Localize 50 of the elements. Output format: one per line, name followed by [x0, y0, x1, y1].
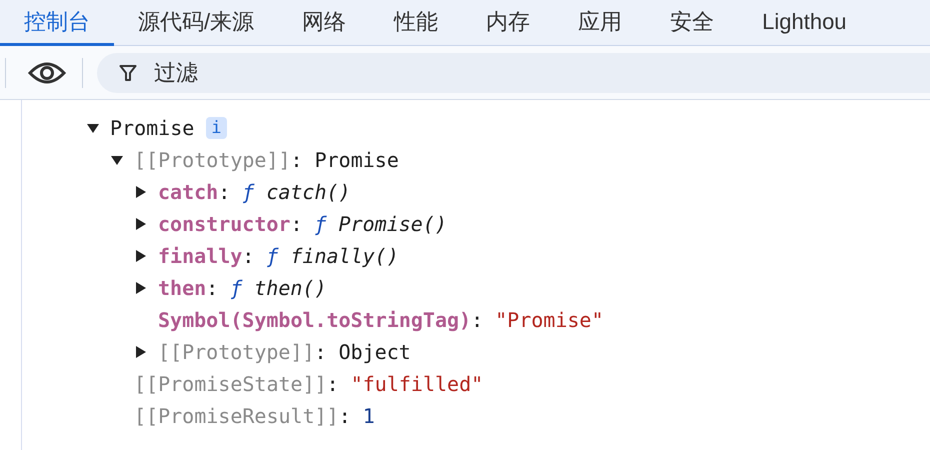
collapse-arrow-icon[interactable]	[110, 153, 124, 167]
colon: :	[218, 179, 230, 206]
expand-arrow-icon[interactable]	[134, 249, 148, 263]
colon: :	[206, 275, 218, 302]
property-key: catch	[158, 176, 218, 208]
function-sign: ƒ	[266, 243, 278, 270]
property-key: [[PromiseResult]]	[134, 400, 339, 432]
tab[interactable]: 应用	[554, 0, 646, 46]
property-value: finally()	[290, 243, 399, 270]
function-sign: ƒ	[230, 275, 242, 302]
tab[interactable]: 性能	[370, 0, 462, 46]
property-value: 1	[362, 403, 375, 430]
eye-icon[interactable]	[28, 60, 66, 84]
collapse-arrow-icon[interactable]	[86, 121, 100, 135]
property-key: constructor	[158, 208, 290, 240]
function-sign: ƒ	[314, 211, 327, 238]
property-key: Symbol(Symbol.toStringTag)	[158, 304, 472, 336]
tab[interactable]: 源代码/来源	[114, 0, 278, 46]
colon: :	[471, 307, 484, 334]
expand-arrow-icon[interactable]	[134, 345, 148, 359]
tab[interactable]: 网络	[278, 0, 370, 46]
expand-arrow-icon[interactable]	[134, 281, 148, 295]
property-value: then()	[254, 275, 327, 302]
property-value: "fulfilled"	[350, 371, 484, 398]
property-value: catch()	[266, 179, 351, 206]
property-key: [[Prototype]]	[158, 336, 315, 368]
property-key: [[PromiseState]]	[134, 368, 327, 400]
colon: :	[326, 371, 339, 398]
property-value: Object	[338, 339, 411, 366]
property-value: "Promise"	[495, 307, 604, 334]
property-key: then	[158, 272, 206, 304]
property-key: [[Prototype]]	[134, 144, 291, 176]
tab[interactable]: 内存	[462, 0, 554, 46]
expand-arrow-icon[interactable]	[134, 185, 148, 199]
colon: :	[290, 147, 303, 174]
tab[interactable]: Lighthou	[738, 0, 871, 46]
colon: :	[314, 339, 327, 366]
expand-arrow-icon[interactable]	[134, 217, 148, 231]
filter-icon	[119, 64, 137, 82]
colon: :	[338, 403, 351, 430]
info-badge: i	[206, 117, 227, 139]
colon: :	[290, 211, 302, 238]
property-value: Promise	[314, 147, 399, 174]
tab[interactable]: 安全	[646, 0, 738, 46]
property-key: finally	[158, 240, 242, 272]
colon: :	[242, 243, 254, 270]
function-sign: ƒ	[242, 179, 254, 206]
property-value: Promise()	[338, 211, 447, 238]
filter-field[interactable]: 过滤	[97, 52, 930, 92]
object-label: Promise	[110, 115, 194, 142]
